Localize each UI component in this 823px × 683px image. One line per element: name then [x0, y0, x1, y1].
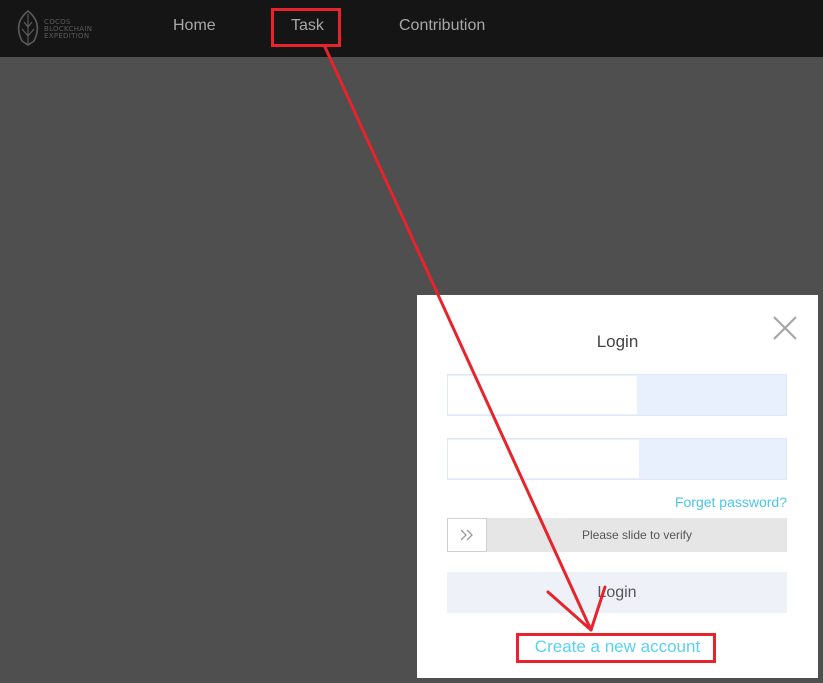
logo-wordmark: COCOS BLOCKCHAIN EXPEDITION — [44, 19, 92, 40]
nav-task[interactable]: Task — [291, 17, 324, 35]
login-button[interactable]: Login — [447, 572, 787, 613]
password-input[interactable] — [448, 440, 639, 478]
modal-title: Login — [596, 332, 639, 351]
top-navbar: COCOS BLOCKCHAIN EXPEDITION Home Task Co… — [0, 0, 823, 57]
close-button[interactable] — [771, 314, 799, 342]
username-input[interactable] — [448, 376, 637, 414]
slider-label: Please slide to verify — [581, 528, 693, 542]
login-modal: Login Forget password? Please slide to v… — [417, 295, 818, 678]
nav-contribution[interactable]: Contribution — [399, 17, 485, 35]
close-icon — [773, 316, 797, 340]
forget-password-link[interactable]: Forget password? — [675, 494, 787, 510]
slider-handle[interactable] — [447, 518, 487, 552]
password-field-wrapper — [447, 438, 787, 480]
create-account-link[interactable]: Create a new account — [417, 637, 818, 657]
double-chevron-right-icon — [460, 529, 473, 541]
logo-line: EXPEDITION — [44, 32, 90, 40]
username-field-wrapper — [447, 374, 787, 416]
nav-home[interactable]: Home — [173, 17, 216, 35]
slide-verify: Please slide to verify — [447, 518, 787, 552]
brand-logo[interactable]: COCOS BLOCKCHAIN EXPEDITION — [14, 9, 114, 47]
leaf-logo-icon — [17, 9, 39, 46]
